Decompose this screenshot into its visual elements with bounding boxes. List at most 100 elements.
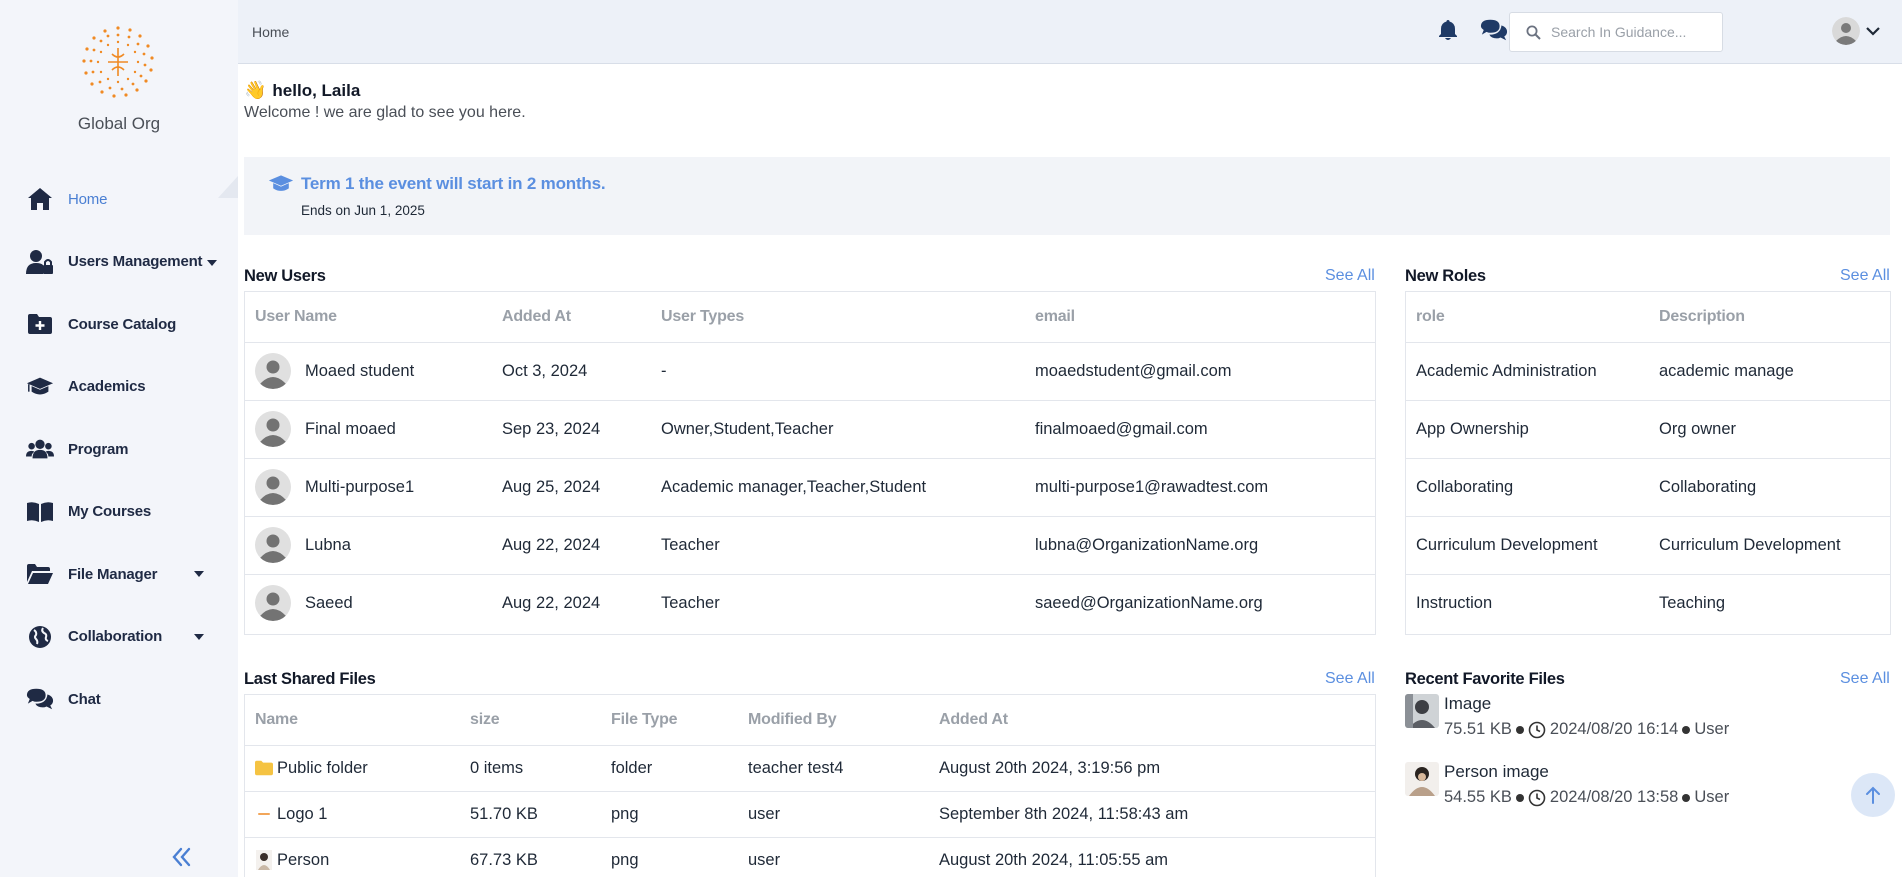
favorite-file-name: Person image — [1444, 762, 1549, 781]
column-header: role — [1406, 292, 1649, 343]
sidebar-item-home[interactable]: Home — [0, 168, 238, 231]
column-header: Modified By — [738, 695, 929, 746]
table-row[interactable]: Public folder 0 items folder teacher tes… — [245, 745, 1375, 792]
user-menu-toggle[interactable] — [1866, 24, 1880, 36]
new-roles-see-all-link[interactable]: See All — [1840, 267, 1890, 285]
user-types: Academic manager,Teacher,Student — [651, 458, 1025, 517]
file-type: png — [611, 850, 639, 869]
user-avatar-icon — [255, 469, 291, 505]
sidebar-item-academics[interactable]: Academics — [0, 356, 238, 419]
file-added-at: August 20th 2024, 3:19:56 pm — [929, 745, 1375, 792]
collapse-sidebar-button[interactable] — [170, 846, 194, 868]
waving-hand-icon: 👋 — [244, 80, 267, 100]
file-modified-by: user — [748, 850, 781, 869]
table-row[interactable]: Curriculum Development Curriculum Develop… — [1406, 516, 1890, 575]
sidebar-item-collaboration[interactable]: Collaboration — [0, 606, 238, 669]
user-name: Saeed — [305, 593, 353, 612]
column-header: Description — [1649, 292, 1890, 343]
new-users-table: User Name Added At User Types email Moae… — [244, 291, 1376, 635]
sidebar-item-label: Users Management — [68, 253, 203, 271]
shared-files-see-all-link[interactable]: See All — [1325, 670, 1375, 688]
user-avatar-icon — [255, 585, 291, 622]
greeting-title: 👋 hello, Laila — [244, 80, 360, 101]
favorite-files-see-all-link[interactable]: See All — [1840, 670, 1890, 688]
table-row[interactable]: Logo 1 51.70 KB png user September 8th 2… — [245, 791, 1375, 838]
scroll-to-top-button[interactable] — [1851, 773, 1895, 817]
table-header-row: Name size File Type Modified By Added At — [245, 695, 1375, 746]
favorite-file-date: 2024/08/20 16:14 — [1549, 720, 1679, 738]
folder-plus-icon — [26, 310, 54, 338]
active-indicator — [218, 176, 238, 198]
globe-icon — [26, 623, 54, 651]
table-row[interactable]: App Ownership Org owner — [1406, 400, 1890, 459]
table-row[interactable]: Final moaed Sep 23, 2024 Owner,Student,T… — [245, 400, 1375, 459]
comments-icon — [26, 685, 54, 713]
file-type: folder — [601, 745, 738, 792]
column-header: email — [1025, 292, 1375, 343]
column-header: File Type — [601, 695, 738, 746]
table-row[interactable]: Moaed student Oct 3, 2024 - moaedstudent… — [245, 342, 1375, 401]
sidebar-item-course-catalog[interactable]: Course Catalog — [0, 293, 238, 356]
table-row[interactable]: Multi-purpose1 Aug 25, 2024 Academic man… — [245, 458, 1375, 517]
file-size: 51.70 KB — [460, 791, 601, 838]
search-icon — [1526, 25, 1541, 40]
user-added-at: Aug 22, 2024 — [492, 516, 651, 575]
greeting-text: hello, Laila — [272, 80, 361, 100]
sidebar-item-program[interactable]: Program — [0, 418, 238, 481]
sidebar: Global Org Home Users Management Course … — [0, 0, 238, 877]
favorite-file-name: Image — [1444, 694, 1492, 713]
search-box[interactable] — [1509, 12, 1723, 52]
new-users-title: New Users — [244, 267, 326, 285]
user-types: Teacher — [651, 516, 1025, 575]
user-name: Moaed student — [305, 361, 415, 380]
table-row[interactable]: Collaborating Collaborating — [1406, 458, 1890, 517]
column-header: Added At — [492, 292, 651, 343]
user-added-at: Aug 25, 2024 — [492, 458, 651, 517]
new-users-see-all-link[interactable]: See All — [1325, 267, 1375, 285]
sidebar-item-my-courses[interactable]: My Courses — [0, 481, 238, 544]
user-added-at: Sep 23, 2024 — [492, 400, 651, 459]
table-row[interactable]: Instruction Teaching — [1406, 574, 1890, 632]
org-logo-icon — [82, 26, 154, 98]
caret-down-icon — [194, 633, 204, 640]
user-email: moaedstudent@gmail.com — [1025, 342, 1375, 401]
org-name: Global Org — [77, 114, 161, 133]
file-name: Person — [277, 850, 330, 869]
folder-open-icon — [26, 560, 54, 588]
sidebar-item-label: Chat — [68, 690, 101, 708]
table-row[interactable]: Saeed Aug 22, 2024 Teacher saeed@Organiz… — [245, 574, 1375, 632]
table-row[interactable]: Lubna Aug 22, 2024 Teacher lubna@Organiz… — [245, 516, 1375, 575]
separator-dot — [1682, 793, 1691, 802]
new-roles-table: role Description Academic Administration… — [1405, 291, 1891, 635]
notifications-button[interactable] — [1434, 16, 1462, 44]
messages-button[interactable] — [1480, 16, 1508, 44]
caret-down-icon — [207, 259, 218, 266]
separator-dot — [1515, 793, 1524, 802]
breadcrumb[interactable]: Home — [252, 24, 289, 40]
user-types: Teacher — [661, 593, 720, 612]
user-avatar[interactable] — [1832, 17, 1860, 45]
sidebar-item-users-management[interactable]: Users Management — [0, 231, 238, 294]
user-added-at: Aug 22, 2024 — [502, 593, 601, 612]
table-row[interactable]: Academic Administration academic manage — [1406, 342, 1890, 401]
user-name: Final moaed — [305, 419, 396, 438]
sidebar-nav: Home Users Management Course Catalog Aca… — [0, 168, 238, 731]
user-avatar-icon — [255, 527, 291, 563]
user-email: finalmoaed@gmail.com — [1025, 400, 1375, 459]
file-modified-by: teacher test4 — [738, 745, 929, 792]
arrow-up-icon — [1866, 786, 1880, 804]
event-title[interactable]: Term 1 the event will start in 2 months. — [301, 174, 606, 194]
column-header: Added At — [929, 695, 1375, 746]
search-input[interactable] — [1551, 24, 1711, 40]
favorite-file-item[interactable]: Person image 54.55 KB 2024/08/20 13:58 U… — [1405, 762, 1805, 816]
event-banner: Term 1 the event will start in 2 months.… — [244, 157, 1890, 235]
comments-icon — [1480, 19, 1508, 41]
sidebar-item-label: Home — [68, 190, 108, 208]
favorite-file-item[interactable]: Image 75.51 KB 2024/08/20 16:14 User — [1405, 694, 1805, 748]
role-description: Collaborating — [1649, 458, 1890, 517]
graduation-cap-icon — [268, 175, 294, 191]
sidebar-item-chat[interactable]: Chat — [0, 668, 238, 731]
sidebar-item-file-manager[interactable]: File Manager — [0, 543, 238, 606]
table-row[interactable]: Person 67.73 KB png user August 20th 202… — [245, 837, 1375, 877]
org-logo[interactable] — [80, 24, 156, 100]
